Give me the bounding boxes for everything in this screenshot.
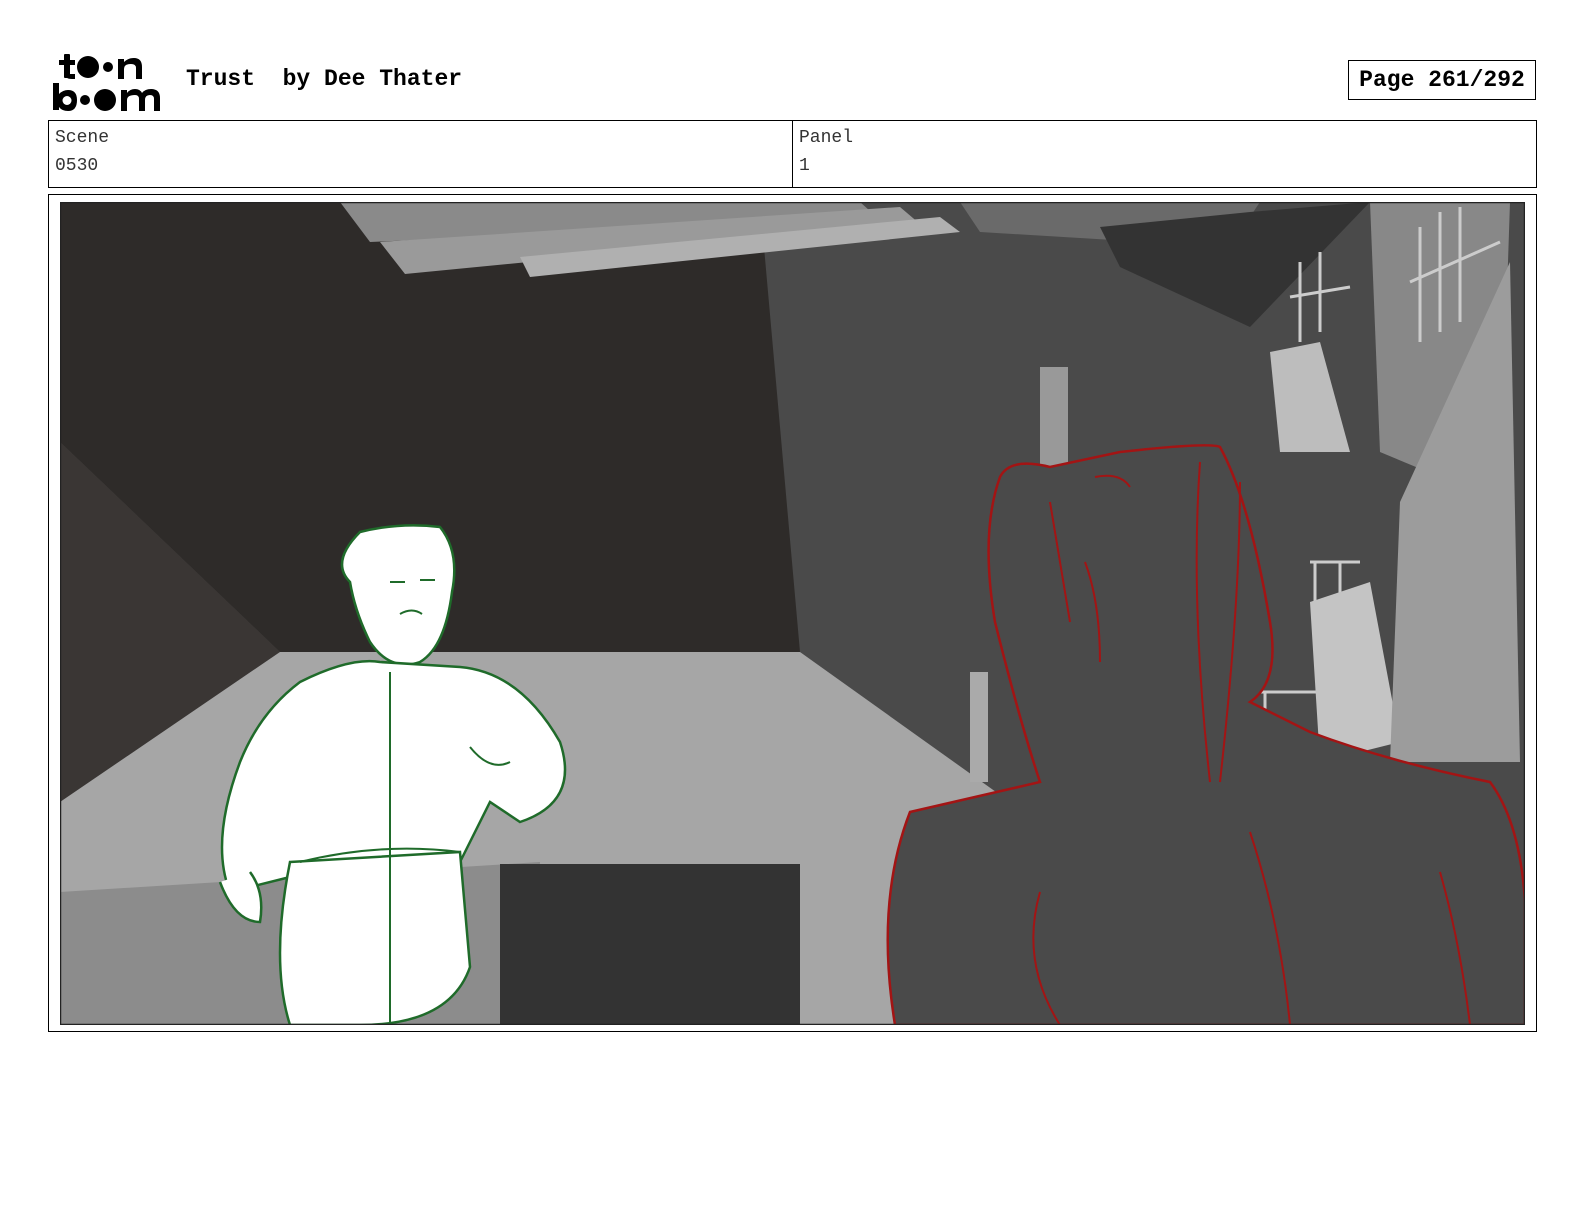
page-indicator: Page 261/292	[1348, 60, 1536, 100]
scene-cell: Scene 0530	[49, 121, 792, 187]
logo-bottom-row	[53, 83, 160, 111]
storyboard-panel-image	[60, 202, 1525, 1025]
toon-boom-logo	[53, 54, 160, 111]
panel-label: Panel	[799, 128, 854, 148]
scene-label: Scene	[55, 128, 110, 148]
panel-cell: Panel 1	[792, 121, 1536, 187]
scene-value: 0530	[55, 156, 99, 176]
scene-panel-info: Scene 0530 Panel 1	[48, 120, 1537, 188]
storyboard-title: Trust by Dee Thater	[186, 66, 463, 92]
panel-value: 1	[799, 156, 810, 176]
logo-top-row	[59, 54, 142, 79]
